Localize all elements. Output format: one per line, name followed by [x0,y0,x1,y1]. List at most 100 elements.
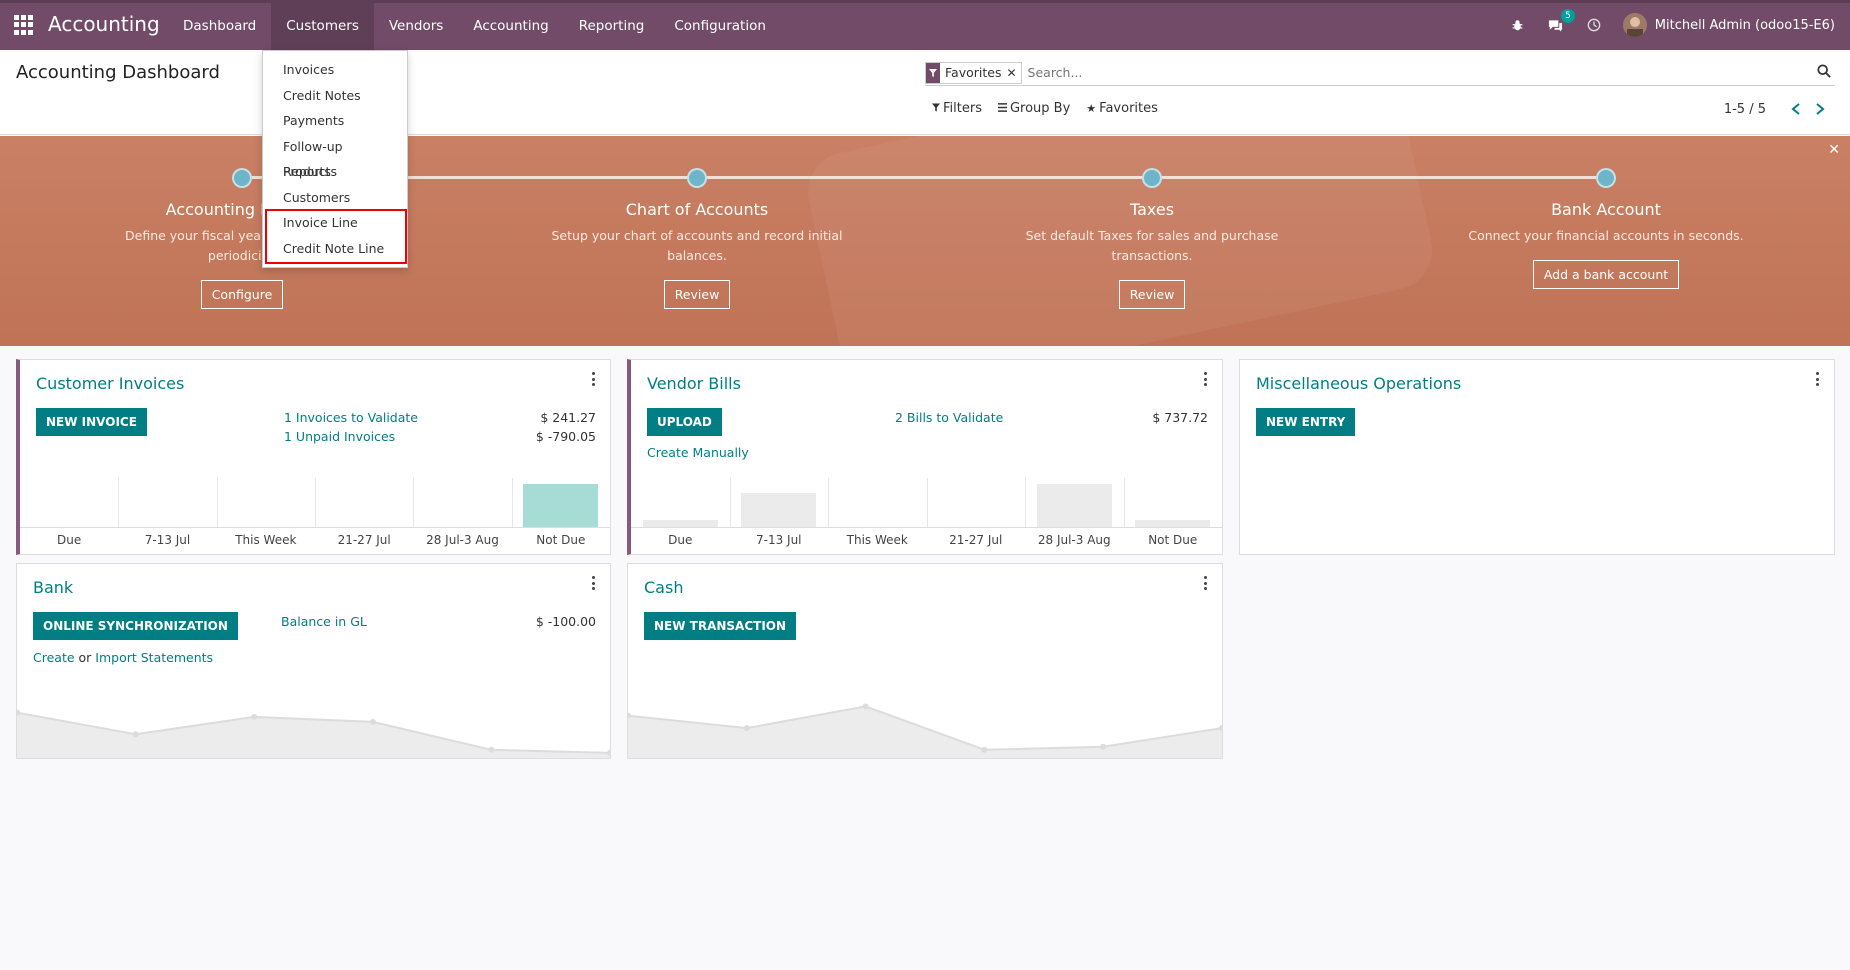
menu-item-customers[interactable]: Customers [263,185,407,211]
chart-baseline [20,527,610,528]
create-manually-link[interactable]: Create Manually [647,445,749,460]
search-input[interactable] [1027,65,1835,80]
messages-count-badge: 5 [1561,9,1575,23]
step-dot [1596,168,1616,188]
customer-invoices-card: Customer Invoices NEW INVOICE 1 Invoices… [16,359,611,555]
step-title: Taxes [1129,200,1175,219]
card-title[interactable]: Customer Invoices [36,374,184,393]
card-options-icon[interactable] [1202,372,1208,386]
search-facet-favorites[interactable]: Favorites ✕ [925,61,1022,84]
filters-label: Filters [943,101,982,116]
card-options-icon[interactable] [1814,372,1820,386]
nav-accounting[interactable]: Accounting [458,0,563,50]
configure-button[interactable]: Configure [200,280,284,309]
systray: 5 Mitchell Admin (odoo15-E6) [1509,0,1850,50]
chart-x-label: 28 Jul-3 Aug [1037,533,1111,547]
user-menu[interactable]: Mitchell Admin (odoo15-E6) [1655,18,1835,33]
chart-point [488,746,495,753]
review-button[interactable]: Review [1118,280,1186,309]
search-icon[interactable] [1817,64,1835,82]
chart-divider [828,478,829,528]
user-avatar[interactable] [1622,13,1647,37]
banner-close-icon[interactable]: ✕ [1828,142,1840,158]
facet-remove-icon[interactable]: ✕ [1006,66,1020,80]
chart-divider [729,478,731,528]
bills-chart-labels: Due 7-13 Jul This Week 21-27 Jul 28 Jul-3 Au… [631,533,1222,549]
chart-divider [511,478,513,528]
nav-vendors[interactable]: Vendors [374,0,458,50]
pager-value[interactable]: 1-5 / 5 [1724,102,1766,117]
step-text: Set default Taxes for sales and purchase… [1025,228,1279,263]
balance-amount: $ -100.00 [535,614,596,629]
bank-line-chart [17,709,610,758]
card-options-icon[interactable] [590,372,596,386]
chart-point [862,703,869,710]
add-bank-account-button[interactable]: Add a bank account [1532,260,1680,289]
card-title[interactable]: Bank [33,578,73,597]
chart-point [743,725,750,732]
online-synchronization-button[interactable]: ONLINE SYNCHRONIZATION [33,612,238,640]
new-entry-button[interactable]: NEW ENTRY [1256,408,1356,436]
activity-clock-icon[interactable] [1585,16,1603,34]
chart-x-label: This Week [846,533,908,547]
menu-item-credit-notes[interactable]: Credit Notes [263,83,407,109]
app-brand[interactable]: Accounting [48,12,160,36]
review-button[interactable]: Review [663,280,731,309]
nav-configuration[interactable]: Configuration [659,0,781,50]
chart-divider [413,478,415,528]
chart-divider [118,478,120,528]
step-dot [232,168,252,188]
filter-icon [932,102,940,115]
menu-item-invoices[interactable]: Invoices [263,57,407,83]
invoices-to-validate-link[interactable]: 1 Invoices to Validate [284,410,418,425]
groupby-button[interactable]: Group By [997,101,1070,116]
card-options-icon[interactable] [1202,576,1208,590]
bills-to-validate-link[interactable]: 2 Bills to Validate [895,410,1003,425]
cash-line-chart [628,703,1222,758]
card-title[interactable]: Cash [644,578,683,597]
card-title[interactable]: Miscellaneous Operations [1256,374,1461,393]
chart-divider [926,478,928,528]
card-title[interactable]: Vendor Bills [647,374,741,393]
upload-button[interactable]: UPLOAD [647,408,722,436]
chart-divider [315,478,316,528]
or-text: or [74,650,96,665]
messages-icon[interactable]: 5 [1547,9,1575,34]
favorites-label: Favorites [1099,101,1158,116]
pager-next-icon[interactable] [1808,100,1832,119]
nav-dashboard[interactable]: Dashboard [168,0,271,50]
nav-reporting[interactable]: Reporting [564,0,660,50]
step-title: Bank Account [1551,200,1661,219]
menu-item-credit-note-line[interactable]: Credit Note Line [263,236,407,262]
miscellaneous-operations-card: Miscellaneous Operations NEW ENTRY [1239,359,1835,555]
balance-in-gl-link[interactable]: Balance in GL [281,614,367,629]
chart-point [132,731,139,738]
unpaid-invoices-link[interactable]: 1 Unpaid Invoices [284,429,395,444]
new-invoice-button[interactable]: NEW INVOICE [36,408,147,436]
chart-point [981,746,988,753]
chart-bar [741,492,817,528]
chart-x-label: 28 Jul-3 Aug [426,533,499,547]
pager-previous-icon[interactable] [1784,100,1808,119]
cash-card: Cash NEW TRANSACTION [627,563,1223,759]
new-transaction-button[interactable]: NEW TRANSACTION [644,612,797,640]
import-statements-link[interactable]: Import Statements [95,650,213,665]
nav-customers[interactable]: Customers [271,0,374,50]
chart-x-label: 21-27 Jul [337,533,391,547]
menu-item-payments[interactable]: Payments [263,108,407,134]
chart-x-label: Due [57,533,82,547]
apps-menu-icon[interactable] [14,15,34,35]
filters-button[interactable]: Filters [932,101,982,116]
menu-item-invoice-line[interactable]: Invoice Line [263,210,407,236]
onboarding-step-bank-account: Bank Account Connect your financial acco… [1456,200,1756,289]
step-dot [1142,168,1162,188]
menu-item-follow-up-reports[interactable]: Follow-up Reports [263,134,407,180]
vendor-bills-card: Vendor Bills UPLOAD 2 Bills to Validate … [627,359,1223,555]
create-statement-link[interactable]: Create [33,650,75,665]
debug-bug-icon[interactable] [1509,16,1527,34]
chart-point [1100,743,1107,750]
favorites-button[interactable]: ★ Favorites [1086,101,1158,116]
onboarding-progress-line [242,176,1608,179]
menu-item-products[interactable]: Products [263,159,407,185]
card-options-icon[interactable] [590,576,596,590]
